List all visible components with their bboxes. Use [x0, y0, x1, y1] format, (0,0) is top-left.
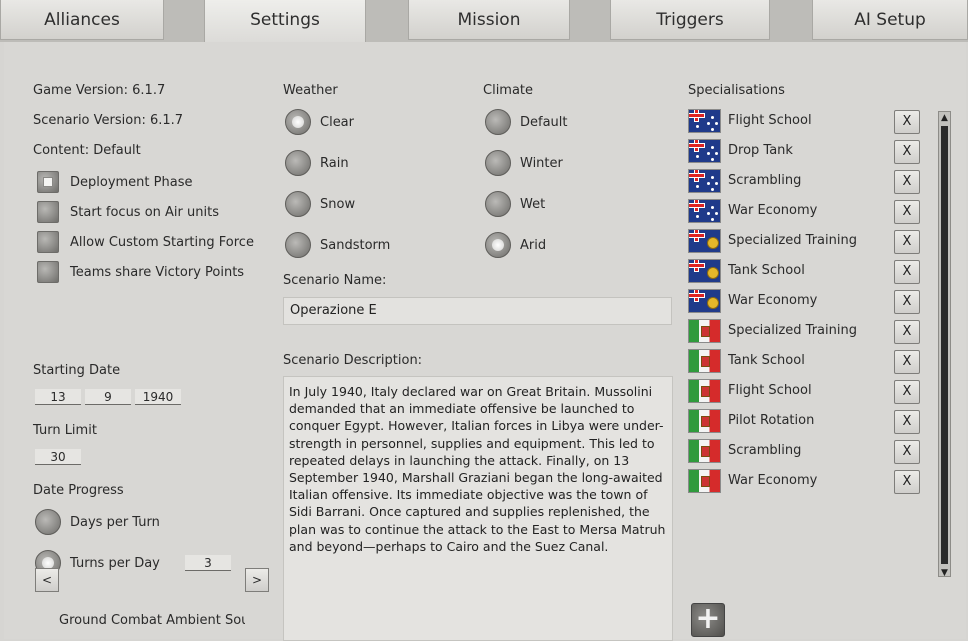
custom-starting-force-label: Allow Custom Starting Force — [70, 235, 254, 250]
specialisation-name: War Economy — [728, 473, 818, 488]
start-month-input[interactable]: 9 — [85, 389, 131, 405]
specialisation-name: Flight School — [728, 113, 812, 128]
start-focus-air-label: Start focus on Air units — [70, 205, 219, 220]
italy-flag-icon — [688, 319, 721, 343]
remove-specialisation-button[interactable]: X — [894, 170, 920, 194]
weather-rain-radio[interactable] — [285, 150, 311, 176]
climate-wet-radio[interactable] — [485, 191, 511, 217]
add-specialisation-button[interactable]: + — [691, 603, 725, 637]
australia-flag-icon — [688, 169, 721, 193]
tab-ai-setup[interactable]: AI Setup — [812, 0, 968, 40]
climate-default-label: Default — [520, 115, 568, 130]
specialisation-name: Flight School — [728, 383, 812, 398]
specialisation-name: Tank School — [728, 353, 805, 368]
australia-flag-icon — [688, 109, 721, 133]
remove-specialisation-button[interactable]: X — [894, 320, 920, 344]
india-flag-icon — [688, 289, 721, 313]
game-version: Game Version: 6.1.7 — [33, 83, 166, 98]
turn-limit-input[interactable]: 30 — [35, 449, 81, 465]
remove-specialisation-button[interactable]: X — [894, 200, 920, 224]
weather-clear-label: Clear — [320, 115, 354, 130]
specialisation-name: Tank School — [728, 263, 805, 278]
italy-flag-icon — [688, 409, 721, 433]
italy-flag-icon — [688, 439, 721, 463]
italy-flag-icon — [688, 469, 721, 493]
remove-specialisation-button[interactable]: X — [894, 380, 920, 404]
weather-rain-label: Rain — [320, 156, 349, 171]
specialisation-name: Pilot Rotation — [728, 413, 815, 428]
start-day-input[interactable]: 13 — [35, 389, 81, 405]
custom-starting-force-checkbox[interactable] — [37, 231, 59, 253]
scenario-version: Scenario Version: 6.1.7 — [33, 113, 184, 128]
specialisation-name: Specialized Training — [728, 323, 857, 338]
climate-arid-radio[interactable] — [485, 232, 511, 258]
climate-default-radio[interactable] — [485, 109, 511, 135]
share-victory-points-checkbox[interactable] — [37, 261, 59, 283]
specialisation-name: Scrambling — [728, 443, 802, 458]
days-per-turn-radio[interactable] — [35, 509, 61, 535]
turns-per-day-input[interactable]: 3 — [185, 555, 231, 571]
weather-sandstorm-radio[interactable] — [285, 232, 311, 258]
scenario-name-input[interactable]: Operazione E — [283, 297, 672, 325]
weather-clear-radio[interactable] — [285, 109, 311, 135]
india-flag-icon — [688, 229, 721, 253]
specialisation-name: Specialized Training — [728, 233, 857, 248]
scenario-description-textarea[interactable]: In July 1940, Italy declared war on Grea… — [283, 376, 673, 641]
turns-per-day-label: Turns per Day — [70, 556, 160, 571]
weather-sandstorm-label: Sandstorm — [320, 238, 391, 253]
ambient-sound-prev-button[interactable]: < — [35, 568, 59, 592]
tab-settings[interactable]: Settings — [204, 0, 366, 42]
australia-flag-icon — [688, 199, 721, 223]
remove-specialisation-button[interactable]: X — [894, 260, 920, 284]
specialisation-name: Scrambling — [728, 173, 802, 188]
start-year-input[interactable]: 1940 — [135, 389, 181, 405]
remove-specialisation-button[interactable]: X — [894, 470, 920, 494]
climate-winter-label: Winter — [520, 156, 563, 171]
tab-alliances[interactable]: Alliances — [0, 0, 164, 40]
specialisation-name: War Economy — [728, 293, 818, 308]
climate-label: Climate — [483, 83, 534, 98]
remove-specialisation-button[interactable]: X — [894, 350, 920, 374]
share-victory-points-label: Teams share Victory Points — [70, 265, 245, 280]
specialisation-name: Drop Tank — [728, 143, 793, 158]
remove-specialisation-button[interactable]: X — [894, 290, 920, 314]
climate-arid-label: Arid — [520, 238, 547, 253]
content-label: Content: Default — [33, 143, 141, 158]
scenario-name-label: Scenario Name: — [283, 273, 387, 288]
weather-snow-label: Snow — [320, 197, 356, 212]
remove-specialisation-button[interactable]: X — [894, 230, 920, 254]
deployment-phase-label: Deployment Phase — [70, 175, 193, 190]
remove-specialisation-button[interactable]: X — [894, 140, 920, 164]
start-focus-air-checkbox[interactable] — [37, 201, 59, 223]
climate-winter-radio[interactable] — [485, 150, 511, 176]
remove-specialisation-button[interactable]: X — [894, 110, 920, 134]
days-per-turn-label: Days per Turn — [70, 515, 160, 530]
weather-snow-radio[interactable] — [285, 191, 311, 217]
australia-flag-icon — [688, 139, 721, 163]
ambient-sound-label: Ground Combat Ambient Sound — [59, 613, 245, 628]
climate-wet-label: Wet — [520, 197, 546, 212]
starting-date-label: Starting Date — [33, 363, 121, 378]
scenario-description-label: Scenario Description: — [283, 353, 423, 368]
tab-mission[interactable]: Mission — [408, 0, 570, 40]
tab-bar: Alliances Settings Mission Triggers AI S… — [0, 0, 968, 42]
italy-flag-icon — [688, 379, 721, 403]
weather-label: Weather — [283, 83, 338, 98]
ambient-sound-next-button[interactable]: > — [245, 568, 269, 592]
date-progress-label: Date Progress — [33, 483, 124, 498]
scroll-up-icon[interactable]: ▲ — [938, 112, 951, 124]
scrollbar-thumb[interactable] — [941, 126, 948, 564]
scroll-down-icon[interactable]: ▼ — [938, 567, 951, 579]
tab-triggers[interactable]: Triggers — [610, 0, 770, 40]
italy-flag-icon — [688, 349, 721, 373]
specialisation-name: War Economy — [728, 203, 818, 218]
remove-specialisation-button[interactable]: X — [894, 440, 920, 464]
specialisations-label: Specialisations — [688, 83, 785, 98]
deployment-phase-checkbox[interactable] — [37, 171, 59, 193]
india-flag-icon — [688, 259, 721, 283]
remove-specialisation-button[interactable]: X — [894, 410, 920, 434]
turn-limit-label: Turn Limit — [33, 423, 97, 438]
